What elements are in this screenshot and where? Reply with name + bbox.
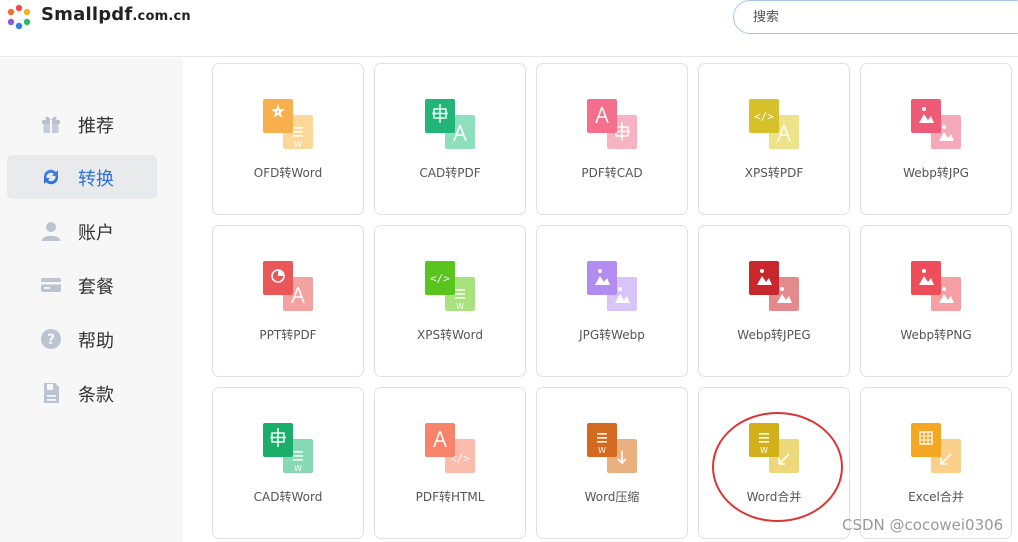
tool-card[interactable]: Webp转PNG <box>860 225 1012 377</box>
tool-card[interactable]: </> PDF转HTML <box>374 387 526 539</box>
tool-card-label: CAD转PDF <box>419 166 481 180</box>
search-input[interactable] <box>753 7 993 27</box>
sidebar-item-label: 套餐 <box>78 277 114 298</box>
xps-to-pdf-icon: </> <box>749 99 799 149</box>
svg-text:W: W <box>294 140 302 149</box>
tool-card[interactable]: Webp转JPEG <box>698 225 850 377</box>
sidebar-item-label: 推荐 <box>78 116 114 137</box>
tool-card-label: PDF转HTML <box>415 490 485 504</box>
svg-text:W: W <box>294 464 302 473</box>
sidebar-item-label: 帮助 <box>78 331 114 352</box>
svg-text:</>: </> <box>430 272 450 285</box>
tool-card-label: XPS转PDF <box>744 166 804 180</box>
jpg-to-webp-icon <box>587 261 637 311</box>
tool-card-label: OFD转Word <box>253 166 323 180</box>
sidebar-item-terms[interactable]: 条款 <box>7 371 157 415</box>
card-icon <box>41 278 61 292</box>
ofd-to-word-icon: (c) => `W` <box>263 99 313 149</box>
word-merge-icon: (c) => `W` <box>749 423 799 473</box>
tool-card-label: Word合并 <box>746 490 802 504</box>
search-box[interactable] <box>733 0 1018 34</box>
cad-to-pdf-icon <box>425 99 475 149</box>
tool-card[interactable]: CAD转PDF <box>374 63 526 215</box>
sidebar-item-recommend[interactable]: 推荐 <box>7 102 157 146</box>
word-compress-icon: (c) => `W` <box>587 423 637 473</box>
svg-text:</>: </> <box>754 110 774 123</box>
tool-card-label: XPS转Word <box>417 328 483 342</box>
tool-card[interactable]: PPT转PDF <box>212 225 364 377</box>
webp-to-png-icon <box>911 261 961 311</box>
document-icon <box>44 383 59 403</box>
svg-text:W: W <box>760 446 768 455</box>
tool-card-label: Word压缩 <box>584 490 640 504</box>
xps-to-word-icon: (c) => `W` </> <box>425 261 475 311</box>
brand-suffix: .com.cn <box>132 9 191 24</box>
tool-card-label: Webp转PNG <box>900 328 972 342</box>
sidebar: 推荐 转换 账户 套餐 ? 帮助 条款 <box>0 58 183 542</box>
tool-card[interactable]: </> XPS转PDF <box>698 63 850 215</box>
webp-to-jpeg-icon <box>749 261 799 311</box>
sidebar-item-label: 条款 <box>78 385 114 406</box>
pdf-to-cad-icon <box>587 99 637 149</box>
webp-to-jpg-icon <box>911 99 961 149</box>
brand-name[interactable]: Smallpdf.com.cn <box>41 4 191 25</box>
tool-card[interactable]: PDF转CAD <box>536 63 688 215</box>
sidebar-item-plans[interactable]: 套餐 <box>7 263 157 307</box>
tool-card-label: Webp转JPEG <box>737 328 811 342</box>
top-header: Smallpdf.com.cn <box>0 0 1018 57</box>
cad-to-word-icon: (c) => `W` <box>263 423 313 473</box>
gift-icon <box>42 116 60 133</box>
tool-card-label: PDF转CAD <box>581 166 643 180</box>
sidebar-item-account[interactable]: 账户 <box>7 209 157 253</box>
user-icon <box>41 222 61 241</box>
tool-card[interactable]: (c) => `W` Word压缩 <box>536 387 688 539</box>
brand-main: Smallpdf <box>41 4 133 25</box>
ppt-to-pdf-icon <box>263 261 313 311</box>
tool-card[interactable]: (c) => `W` </> XPS转Word <box>374 225 526 377</box>
sidebar-item-help[interactable]: ? 帮助 <box>7 317 157 361</box>
sidebar-item-label: 转换 <box>78 169 114 190</box>
tool-card-label: JPG转Webp <box>579 328 645 342</box>
svg-text:W: W <box>598 446 606 455</box>
convert-arrows-icon <box>43 169 59 185</box>
watermark: CSDN @cocowei0306 <box>842 516 1004 534</box>
pdf-to-html-icon: </> <box>425 423 475 473</box>
smallpdf-logo-icon[interactable] <box>6 4 32 30</box>
tool-card[interactable]: (c) => `W` Word合并 <box>698 387 850 539</box>
svg-text:?: ? <box>47 332 55 348</box>
tool-card[interactable]: JPG转Webp <box>536 225 688 377</box>
tool-card-label: PPT转PDF <box>259 328 317 342</box>
tool-card-label: Webp转JPG <box>903 166 969 180</box>
tool-card[interactable]: Webp转JPG <box>860 63 1012 215</box>
sidebar-item-label: 账户 <box>78 223 114 244</box>
tool-card[interactable]: (c) => `W` CAD转Word <box>212 387 364 539</box>
sidebar-item-convert[interactable]: 转换 <box>7 155 157 199</box>
svg-text:W: W <box>456 302 464 311</box>
tool-card-label: Excel合并 <box>908 490 964 504</box>
excel-merge-icon <box>911 423 961 473</box>
tool-card-label: CAD转Word <box>253 490 323 504</box>
tool-card[interactable]: (c) => `W` OFD转Word <box>212 63 364 215</box>
help-icon: ? <box>41 329 61 349</box>
